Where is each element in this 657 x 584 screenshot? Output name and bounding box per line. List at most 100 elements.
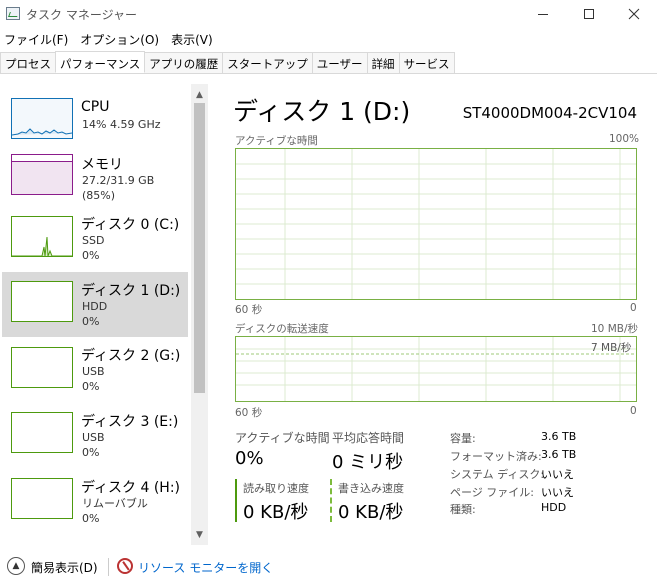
disk0-mini-chart bbox=[12, 236, 72, 256]
prop-key-capacity: 容量: bbox=[450, 432, 476, 445]
prop-value-capacity: 3.6 TB bbox=[541, 430, 577, 443]
sidebar-title-disk-1: ディスク 1 (D:) bbox=[81, 283, 181, 299]
memory-thumbnail-graph bbox=[11, 154, 73, 195]
close-button[interactable] bbox=[611, 0, 657, 28]
close-icon bbox=[628, 8, 640, 20]
prop-key-system-disk: システム ディスク: bbox=[450, 468, 545, 481]
sidebar-sub2-disk-0: 0% bbox=[82, 249, 100, 262]
active-time-stat-label: アクティブな時間 bbox=[235, 431, 330, 445]
minimize-button[interactable] bbox=[520, 0, 566, 28]
tab-strip: プロセス パフォーマンス アプリの履歴 スタートアップ ユーザー 詳細 サービス bbox=[0, 51, 657, 74]
menu-options[interactable]: オプション(O) bbox=[74, 29, 165, 49]
prop-key-formatted: フォーマット済み: bbox=[450, 450, 542, 463]
prop-key-page-file: ページ ファイル: bbox=[450, 486, 534, 499]
disk3-thumbnail-graph bbox=[11, 412, 73, 453]
tab-startup[interactable]: スタートアップ bbox=[222, 52, 313, 73]
resource-monitor-icon[interactable] bbox=[117, 558, 133, 574]
disk4-thumbnail-graph bbox=[11, 478, 73, 519]
tab-users[interactable]: ユーザー bbox=[311, 52, 368, 73]
minimize-icon bbox=[538, 13, 548, 15]
title-bar: タスク マネージャー bbox=[0, 0, 657, 28]
tab-processes[interactable]: プロセス bbox=[0, 52, 56, 73]
read-speed-bar bbox=[235, 479, 237, 522]
response-time-stat-value: 0 ミリ秒 bbox=[332, 452, 404, 473]
cpu-thumbnail-graph bbox=[11, 98, 73, 139]
sidebar-item-cpu[interactable]: CPU 14% 4.59 GHz bbox=[2, 89, 188, 154]
menu-file[interactable]: ファイル(F) bbox=[0, 29, 74, 49]
tab-details[interactable]: 詳細 bbox=[366, 52, 400, 73]
sidebar-sub1-disk-0: SSD bbox=[82, 234, 105, 247]
page-title: ディスク 1 (D:) bbox=[233, 97, 411, 126]
transfer-rate-axis-right: 0 bbox=[630, 405, 637, 417]
sidebar-item-disk-1[interactable]: ディスク 1 (D:) HDD 0% bbox=[2, 272, 188, 337]
transfer-rate-axis-left: 60 秒 bbox=[235, 407, 263, 419]
active-time-axis-left: 60 秒 bbox=[235, 304, 263, 316]
resource-monitor-link[interactable]: リソース モニターを開く bbox=[138, 559, 273, 576]
disk2-thumbnail-graph bbox=[11, 347, 73, 388]
active-time-axis-right: 0 bbox=[630, 302, 637, 314]
sidebar-title-disk-3: ディスク 3 (E:) bbox=[81, 414, 179, 430]
scrollbar-thumb[interactable] bbox=[194, 103, 205, 393]
sidebar-title-memory: メモリ bbox=[81, 157, 123, 173]
disk-model: ST4000DM004-2CV104 bbox=[462, 104, 637, 122]
active-time-graph-max: 100% bbox=[609, 133, 640, 145]
prop-value-system-disk: いいえ bbox=[541, 468, 574, 481]
transfer-rate-graph-max: 10 MB/秒 bbox=[591, 323, 638, 335]
maximize-button[interactable] bbox=[566, 0, 612, 28]
sidebar-scrollbar[interactable]: ▲ ▼ bbox=[191, 84, 208, 545]
tab-performance[interactable]: パフォーマンス bbox=[55, 51, 146, 73]
task-manager-icon bbox=[6, 7, 20, 20]
active-time-graph bbox=[235, 148, 637, 300]
active-time-stat-value: 0% bbox=[235, 448, 264, 469]
footer-bar: ▲ 簡易表示(D) リソース モニターを開く bbox=[0, 552, 657, 584]
write-speed-bar bbox=[330, 479, 332, 522]
menu-bar: ファイル(F) オプション(O) 表示(V) bbox=[0, 29, 219, 49]
sidebar-title-cpu: CPU bbox=[81, 99, 110, 115]
disk1-thumbnail-graph bbox=[11, 281, 73, 322]
write-speed-label: 書き込み速度 bbox=[338, 482, 404, 495]
footer-divider bbox=[108, 558, 109, 576]
sidebar-title-disk-0: ディスク 0 (C:) bbox=[81, 217, 180, 233]
window-title: タスク マネージャー bbox=[26, 8, 137, 22]
tab-services[interactable]: サービス bbox=[398, 52, 455, 73]
sidebar-sub-memory: 27.2/31.9 GB (85%) bbox=[82, 174, 155, 202]
sidebar-sub-cpu: 14% 4.59 GHz bbox=[82, 118, 161, 131]
transfer-rate-graph-label: ディスクの転送速度 bbox=[235, 323, 329, 335]
chevron-up-icon[interactable]: ▲ bbox=[7, 557, 25, 575]
sidebar-item-disk-3[interactable]: ディスク 3 (E:) USB 0% bbox=[2, 404, 188, 469]
disk0-thumbnail-graph bbox=[11, 216, 73, 257]
sidebar-title-disk-2: ディスク 2 (G:) bbox=[81, 348, 181, 364]
sidebar-item-disk-4[interactable]: ディスク 4 (H:) リムーバブル 0% bbox=[2, 469, 188, 534]
prop-value-page-file: いいえ bbox=[541, 486, 574, 499]
maximize-icon bbox=[584, 9, 594, 19]
prop-value-type: HDD bbox=[541, 501, 567, 514]
scroll-up-arrow-icon[interactable]: ▲ bbox=[191, 86, 208, 103]
sidebar-sub2-disk-2: 0% bbox=[82, 380, 100, 393]
transfer-rate-grid bbox=[236, 337, 636, 401]
transfer-rate-inner-label: 7 MB/秒 bbox=[591, 342, 632, 354]
prop-key-type: 種類: bbox=[450, 503, 476, 516]
read-speed-label: 読み取り速度 bbox=[243, 482, 309, 495]
response-time-stat-label: 平均応答時間 bbox=[332, 431, 405, 445]
simple-view-button[interactable]: 簡易表示(D) bbox=[31, 559, 98, 576]
read-speed-value: 0 KB/秒 bbox=[243, 502, 309, 523]
active-time-grid bbox=[236, 149, 636, 299]
menu-view[interactable]: 表示(V) bbox=[165, 29, 219, 49]
memory-fill bbox=[12, 161, 72, 194]
active-time-graph-label: アクティブな時間 bbox=[235, 135, 318, 147]
scroll-down-arrow-icon[interactable]: ▼ bbox=[191, 526, 208, 543]
sidebar-item-disk-0[interactable]: ディスク 0 (C:) SSD 0% bbox=[2, 207, 188, 272]
sidebar-sub1-disk-3: USB bbox=[82, 431, 105, 444]
performance-sidebar: CPU 14% 4.59 GHz メモリ 27.2/31.9 GB (85%) … bbox=[0, 84, 208, 545]
tab-app-history[interactable]: アプリの履歴 bbox=[144, 52, 224, 73]
sidebar-title-disk-4: ディスク 4 (H:) bbox=[81, 480, 180, 496]
sidebar-sub1-disk-2: USB bbox=[82, 365, 105, 378]
sidebar-sub2-disk-3: 0% bbox=[82, 446, 100, 459]
sidebar-sub1-disk-1: HDD bbox=[82, 300, 108, 313]
sidebar-sub2-disk-1: 0% bbox=[82, 315, 100, 328]
sidebar-sub2-disk-4: 0% bbox=[82, 512, 100, 525]
prop-value-formatted: 3.6 TB bbox=[541, 448, 577, 461]
transfer-rate-graph: 7 MB/秒 bbox=[235, 336, 637, 402]
write-speed-value: 0 KB/秒 bbox=[338, 502, 404, 523]
sidebar-item-disk-2[interactable]: ディスク 2 (G:) USB 0% bbox=[2, 338, 188, 403]
